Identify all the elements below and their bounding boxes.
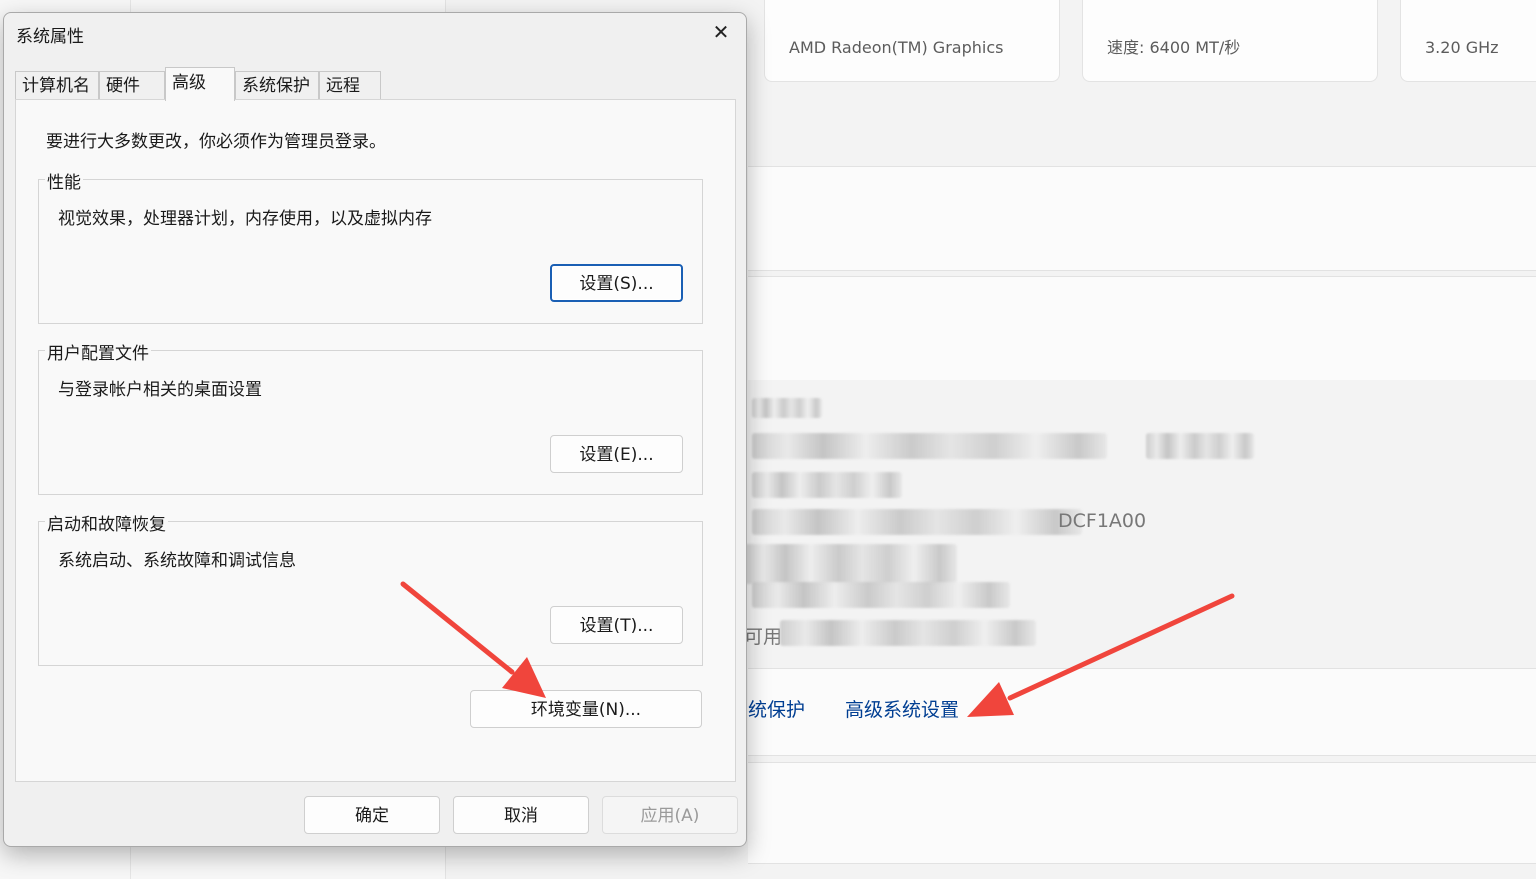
spec-card-cpu-speed: 3.20 GHz: [1400, 0, 1536, 82]
tab-hardware[interactable]: 硬件: [99, 71, 165, 99]
blurred-value: [1146, 433, 1254, 459]
tab-system-protection[interactable]: 系统保护: [235, 71, 319, 99]
advanced-system-settings-link[interactable]: 高级系统设置: [845, 695, 959, 722]
blurred-value: [752, 509, 1082, 535]
tab-remote[interactable]: 远程: [319, 71, 381, 99]
spec-cpu-speed-value: 3.20 GHz: [1425, 38, 1499, 57]
startup-recovery-group: 启动和故障恢复 系统启动、系统故障和调试信息 设置(T)...: [38, 510, 703, 666]
performance-title: 性能: [45, 168, 83, 193]
settings-panel-1: [748, 166, 1536, 271]
environment-variables-button[interactable]: 环境变量(N)...: [470, 690, 702, 728]
blurred-value: [742, 544, 957, 584]
partial-product-id: DCF1A00: [1058, 510, 1147, 532]
tab-computer-name[interactable]: 计算机名: [15, 71, 99, 99]
cancel-button[interactable]: 取消: [453, 796, 589, 834]
performance-group: 性能 视觉效果，处理器计划，内存使用，以及虚拟内存 设置(S)...: [38, 168, 703, 324]
blurred-value: [752, 472, 902, 498]
blurred-value: [780, 620, 1036, 646]
startup-recovery-description: 系统启动、系统故障和调试信息: [58, 551, 296, 571]
blurred-value: [752, 398, 822, 418]
tab-advanced[interactable]: 高级: [165, 67, 235, 101]
system-protection-link[interactable]: 统保护: [748, 695, 805, 722]
close-icon[interactable]: ✕: [708, 19, 734, 45]
blurred-value: [752, 433, 1107, 459]
user-profiles-group: 用户配置文件 与登录帐户相关的桌面设置 设置(E)...: [38, 339, 703, 495]
startup-recovery-settings-button[interactable]: 设置(T)...: [550, 606, 683, 644]
spec-card-memory-speed: 速度: 6400 MT/秒: [1082, 0, 1378, 82]
admin-note: 要进行大多数更改，你必须作为管理员登录。: [46, 132, 386, 152]
spec-memory-speed-value: 速度: 6400 MT/秒: [1107, 38, 1241, 57]
settings-panel-bottom: [748, 762, 1536, 864]
ok-button[interactable]: 确定: [304, 796, 440, 834]
user-profiles-title: 用户配置文件: [45, 339, 151, 364]
partial-row-label: 可用: [744, 626, 783, 648]
startup-recovery-title: 启动和故障恢复: [45, 510, 168, 535]
user-profiles-settings-button[interactable]: 设置(E)...: [550, 435, 683, 473]
spec-graphics-value: AMD Radeon(TM) Graphics: [789, 38, 1004, 57]
system-properties-dialog: 系统属性 ✕ 计算机名 硬件 高级 系统保护 远程 要进行大多数更改，你必须作为…: [3, 12, 747, 847]
dialog-title: 系统属性: [16, 27, 84, 47]
apply-button[interactable]: 应用(A): [602, 796, 738, 834]
performance-settings-button[interactable]: 设置(S)...: [550, 264, 683, 302]
spec-card-graphics: AMD Radeon(TM) Graphics: [764, 0, 1060, 82]
settings-panel-2: [748, 276, 1536, 381]
user-profiles-description: 与登录帐户相关的桌面设置: [58, 380, 262, 400]
blurred-value: [752, 582, 1010, 608]
performance-description: 视觉效果，处理器计划，内存使用，以及虚拟内存: [58, 209, 432, 229]
